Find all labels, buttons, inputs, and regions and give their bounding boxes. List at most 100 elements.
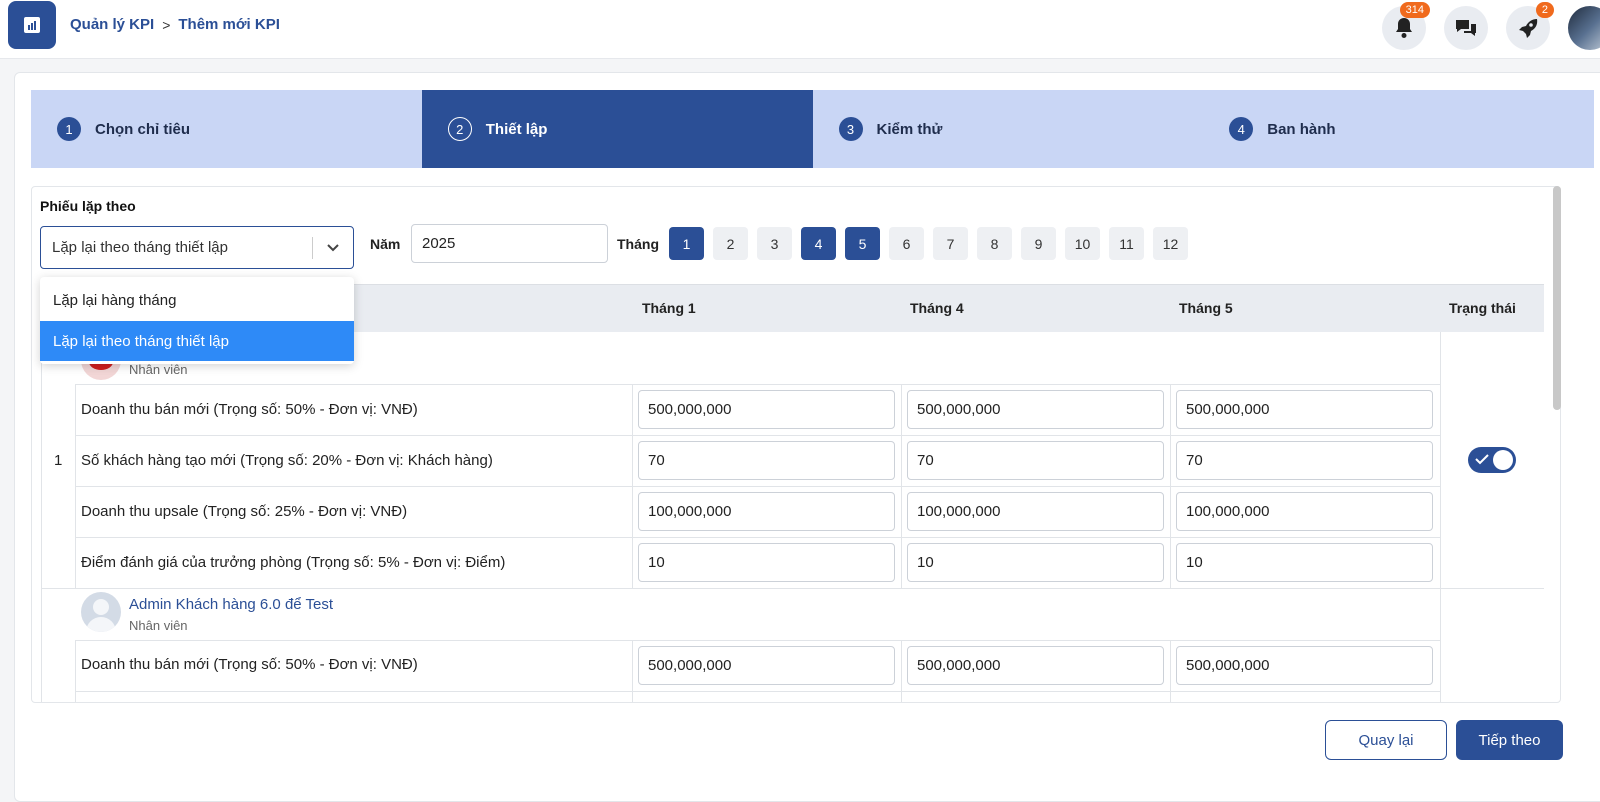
step-number: 3 [838,117,863,141]
kpi-target-input[interactable] [1176,441,1433,480]
toggle-knob [1493,450,1513,470]
kpi-metric-label: Điểm đánh giá của trưởng phòng (Trọng số… [81,554,506,571]
chevron-right-icon: > [162,16,171,33]
kpi-target-input[interactable] [638,543,895,582]
rocket-button[interactable]: 2 [1506,2,1554,50]
month-chip[interactable]: 9 [1021,227,1056,260]
stepper: 1 Chọn chỉ tiêu 2 Thiết lập 3 Kiểm thử 4… [31,90,1594,168]
select-divider [312,237,313,259]
month-chip[interactable]: 5 [845,227,880,260]
repeat-type-select[interactable]: Lặp lại theo tháng thiết lập [40,226,354,269]
step-label: Thiết lập [485,120,548,138]
table-divider [75,384,1440,385]
month-label: Tháng [617,236,659,252]
table-divider [75,691,1440,692]
kpi-metric-label: Doanh thu upsale (Trọng số: 25% - Đơn vị… [81,503,408,520]
step-setup[interactable]: 2 Thiết lập [421,90,813,168]
table-divider [75,537,1440,538]
kpi-target-input[interactable] [907,543,1164,582]
table-divider [1170,640,1171,702]
next-button[interactable]: Tiếp theo [1456,720,1563,760]
table-divider [75,435,1440,436]
user-avatar[interactable] [1568,6,1600,50]
month-chip[interactable]: 7 [933,227,968,260]
step-publish[interactable]: 4 Ban hành [1203,90,1594,168]
status-toggle[interactable] [1468,447,1516,473]
kpi-metric-label: Doanh thu bán mới (Trọng số: 50% - Đơn v… [81,656,418,673]
repeat-type-dropdown: Lặp lại hàng tháng Lặp lại theo tháng th… [40,277,354,364]
employee-avatar [81,592,121,632]
dropdown-option[interactable]: Lặp lại hàng tháng [40,280,354,320]
month-picker: 1 2 3 4 5 6 7 8 9 10 11 12 [669,227,1188,260]
chart-icon [24,17,40,33]
kpi-target-input[interactable] [907,441,1164,480]
col-header-month-4: Tháng 4 [910,300,964,316]
kpi-target-input[interactable] [907,492,1164,531]
kpi-target-input[interactable] [907,646,1164,685]
month-chip[interactable]: 11 [1109,227,1144,260]
kpi-metric-label: Số khách hàng tạo mới (Trọng số: 20% - Đ… [81,452,493,469]
breadcrumb: Quản lý KPI > Thêm mới KPI [70,16,280,33]
employee-role: Nhân viên [129,362,188,377]
month-chip[interactable]: 6 [889,227,924,260]
table-divider [75,640,76,702]
breadcrumb-root[interactable]: Quản lý KPI [70,16,154,33]
kpi-target-input[interactable] [638,441,895,480]
col-header-status: Trạng thái [1449,300,1516,316]
table-divider [1440,332,1441,702]
kpi-target-input[interactable] [907,390,1164,429]
employee-name[interactable]: Admin Khách hàng 6.0 để Test [129,596,333,613]
step-number: 1 [57,117,81,141]
rocket-badge: 2 [1535,2,1554,18]
kpi-target-input[interactable] [638,390,895,429]
month-chip[interactable]: 8 [977,227,1012,260]
month-chip[interactable]: 1 [669,227,704,260]
year-input[interactable] [411,224,608,263]
table-border [41,332,42,702]
kpi-target-input[interactable] [1176,543,1433,582]
table-divider [41,588,1544,589]
top-bar: Quản lý KPI > Thêm mới KPI 314 2 [0,0,1600,59]
step-label: Kiểm thử [876,120,943,138]
chat-icon [1456,20,1476,36]
kpi-target-input[interactable] [1176,390,1433,429]
kpi-target-input[interactable] [1176,646,1433,685]
col-header-month-1: Tháng 1 [642,300,696,316]
month-chip[interactable]: 4 [801,227,836,260]
app-logo[interactable] [8,1,56,49]
year-label: Năm [370,236,401,252]
month-chip[interactable]: 10 [1065,227,1100,260]
col-header-month-5: Tháng 5 [1179,300,1233,316]
chevron-down-icon [327,244,339,252]
step-label: Chọn chỉ tiêu [95,120,190,138]
kpi-target-input[interactable] [1176,492,1433,531]
step-test[interactable]: 3 Kiểm thử [812,90,1204,168]
employee-role: Nhân viên [129,618,188,633]
step-choose-indicator[interactable]: 1 Chọn chỉ tiêu [31,90,422,168]
table-divider [901,640,902,702]
table-divider [75,486,1440,487]
rocket-icon [1519,19,1538,38]
table-divider [75,640,1440,641]
step-number: 4 [1229,117,1254,141]
notification-button[interactable]: 314 [1382,2,1430,50]
month-chip[interactable]: 12 [1153,227,1188,260]
repeat-type-label: Phiếu lặp theo [40,198,136,214]
back-button[interactable]: Quay lại [1325,720,1447,760]
month-chip[interactable]: 3 [757,227,792,260]
chat-button[interactable] [1444,6,1488,50]
dropdown-option-selected[interactable]: Lặp lại theo tháng thiết lập [40,321,354,361]
kpi-target-input[interactable] [638,492,895,531]
month-chip[interactable]: 2 [713,227,748,260]
vertical-scrollbar[interactable] [1553,186,1561,410]
notification-badge: 314 [1399,2,1430,18]
step-number: 2 [447,117,472,141]
select-value: Lặp lại theo tháng thiết lập [52,239,228,256]
row-index: 1 [54,452,63,469]
table-divider [632,640,633,702]
kpi-target-input[interactable] [638,646,895,685]
step-label: Ban hành [1267,120,1336,138]
breadcrumb-current: Thêm mới KPI [178,16,280,33]
bell-icon [1396,18,1412,38]
kpi-metric-label: Doanh thu bán mới (Trọng số: 50% - Đơn v… [81,401,418,418]
